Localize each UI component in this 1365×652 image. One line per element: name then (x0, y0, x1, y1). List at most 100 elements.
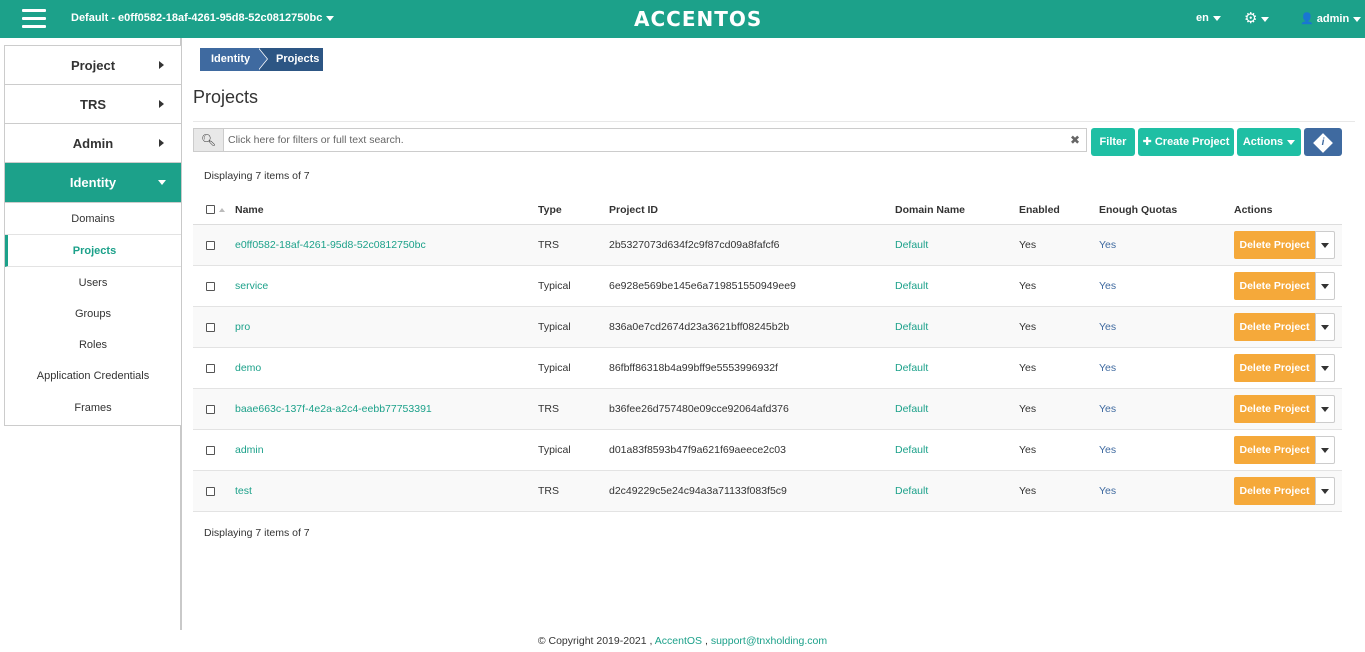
project-name-link[interactable]: demo (235, 348, 261, 388)
user-icon: 👤 (1300, 13, 1314, 25)
column-header-name[interactable]: Name (235, 199, 264, 221)
project-type: Typical (538, 444, 571, 456)
chevron-down-icon (1212, 15, 1221, 21)
delete-project-button[interactable]: Delete Project (1234, 477, 1315, 505)
quotas-value: Yes (1099, 403, 1117, 415)
column-header-type[interactable]: Type (538, 199, 562, 221)
quotas-value: Yes (1099, 321, 1117, 333)
enabled-value: Yes (1019, 403, 1037, 415)
project-name-link[interactable]: service (235, 266, 268, 306)
accentos-link[interactable]: AccentOS (655, 635, 702, 647)
delete-project-button[interactable]: Delete Project (1234, 436, 1315, 464)
settings-menu[interactable]: ⚙ (1244, 9, 1270, 27)
sidebar-subitem-projects[interactable]: Projects (5, 235, 181, 267)
sidebar-item-project[interactable]: Project (5, 46, 181, 85)
domain-link[interactable]: Default (895, 389, 928, 429)
delete-project-button[interactable]: Delete Project (1234, 395, 1315, 423)
sidebar-item-label: TRS (80, 97, 106, 112)
info-button[interactable]: i (1304, 128, 1342, 156)
delete-project-button[interactable]: Delete Project (1234, 272, 1315, 300)
actions-button[interactable]: Actions (1237, 128, 1301, 156)
sidebar-subitem-frames[interactable]: Frames (5, 392, 181, 424)
project-id: b36fee26d757480e09cce92064afd376 (609, 403, 789, 415)
chevron-down-icon (1321, 325, 1329, 330)
column-header-domain-name[interactable]: Domain Name (895, 199, 965, 221)
table-row: admin Typical d01a83f8593b47f9a621f69aeece… (193, 430, 1342, 471)
project-name-link[interactable]: pro (235, 307, 250, 347)
enabled-value: Yes (1019, 239, 1037, 251)
select-all-checkbox[interactable] (206, 205, 215, 214)
row-actions-dropdown[interactable] (1315, 231, 1335, 259)
row-actions-dropdown[interactable] (1315, 354, 1335, 382)
search-icon[interactable]: 🔍︎ (194, 129, 224, 151)
row-checkbox[interactable] (206, 405, 215, 414)
language-selector[interactable]: en (1196, 12, 1221, 24)
delete-project-button[interactable]: Delete Project (1234, 313, 1315, 341)
delete-project-button[interactable]: Delete Project (1234, 231, 1315, 259)
row-checkbox[interactable] (206, 282, 215, 291)
sidebar-subitem-application-credentials[interactable]: Application Credentials (5, 361, 181, 392)
domain-link[interactable]: Default (895, 430, 928, 470)
domain-link[interactable]: Default (895, 266, 928, 306)
chevron-right-icon (159, 139, 164, 147)
close-icon[interactable]: ✖ (1070, 133, 1080, 147)
quotas-value: Yes (1099, 362, 1117, 374)
row-actions-dropdown[interactable] (1315, 395, 1335, 423)
row-checkbox[interactable] (206, 323, 215, 332)
quotas-value: Yes (1099, 485, 1117, 497)
row-actions-dropdown[interactable] (1315, 477, 1335, 505)
search-input[interactable] (228, 129, 1062, 151)
project-name-link[interactable]: admin (235, 430, 264, 470)
row-actions-dropdown[interactable] (1315, 272, 1335, 300)
project-name-link[interactable]: e0ff0582-18af-4261-95d8-52c0812750bc (235, 225, 426, 265)
row-actions-dropdown[interactable] (1315, 436, 1335, 464)
row-actions-dropdown[interactable] (1315, 313, 1335, 341)
row-checkbox[interactable] (206, 241, 215, 250)
table-row: service Typical 6e928e569be145e6a719851550… (193, 266, 1342, 307)
brand-logo[interactable]: ACCENTOS (634, 7, 762, 31)
page-title: Projects (193, 87, 259, 107)
project-name-link[interactable]: test (235, 471, 252, 511)
support-email-link[interactable]: support@tnxholding.com (711, 635, 827, 647)
sidebar: Project TRS Admin Identity Domains Proje… (4, 45, 181, 426)
domain-link[interactable]: Default (895, 225, 928, 265)
project-name-link[interactable]: baae663c-137f-4e2a-a2c4-eebb77753391 (235, 389, 432, 429)
column-header-enough-quotas[interactable]: Enough Quotas (1099, 199, 1177, 221)
create-project-button[interactable]: ✚ Create Project (1138, 128, 1234, 156)
sidebar-subitem-domains[interactable]: Domains (5, 203, 181, 235)
domain-link[interactable]: Default (895, 348, 928, 388)
menu-toggle-icon[interactable] (22, 9, 46, 29)
user-name: admin (1316, 13, 1350, 25)
sidebar-subitem-roles[interactable]: Roles (5, 330, 181, 361)
user-menu[interactable]: 👤 admin (1300, 12, 1362, 25)
sidebar-item-trs[interactable]: TRS (5, 85, 181, 124)
column-header-enabled[interactable]: Enabled (1019, 199, 1060, 221)
quotas-value: Yes (1099, 444, 1117, 456)
delete-project-button[interactable]: Delete Project (1234, 354, 1315, 382)
row-checkbox[interactable] (206, 487, 215, 496)
sidebar-item-admin[interactable]: Admin (5, 124, 181, 163)
project-id: d01a83f8593b47f9a621f69aeece2c03 (609, 444, 786, 456)
table-row: test TRS d2c49229c5e24c94a3a71133f083f5c9 D… (193, 471, 1342, 512)
project-selector-label: Default - e0ff0582-18af-4261-95d8-52c081… (71, 12, 323, 24)
top-navbar: Default - e0ff0582-18af-4261-95d8-52c081… (0, 0, 1365, 38)
column-header-project-id[interactable]: Project ID (609, 199, 658, 221)
sidebar-item-identity[interactable]: Identity (5, 163, 181, 203)
filter-button[interactable]: Filter (1091, 128, 1135, 156)
breadcrumb-identity[interactable]: Identity (200, 48, 260, 71)
sort-icon[interactable] (219, 208, 225, 212)
domain-link[interactable]: Default (895, 471, 928, 511)
sidebar-item-label: Project (70, 58, 116, 73)
divider (193, 121, 1355, 122)
row-checkbox[interactable] (206, 364, 215, 373)
quotas-value: Yes (1099, 280, 1117, 292)
chevron-down-icon (1261, 16, 1270, 22)
domain-link[interactable]: Default (895, 307, 928, 347)
table-row: demo Typical 86fbff86318b4a99bff9e55539969… (193, 348, 1342, 389)
project-selector[interactable]: Default - e0ff0582-18af-4261-95d8-52c081… (71, 12, 335, 24)
row-checkbox[interactable] (206, 446, 215, 455)
sidebar-subitem-groups[interactable]: Groups (5, 299, 181, 330)
enabled-value: Yes (1019, 362, 1037, 374)
sidebar-subitem-users[interactable]: Users (5, 267, 181, 299)
project-id: 836a0e7cd2674d23a3621bff08245b2b (609, 321, 790, 333)
